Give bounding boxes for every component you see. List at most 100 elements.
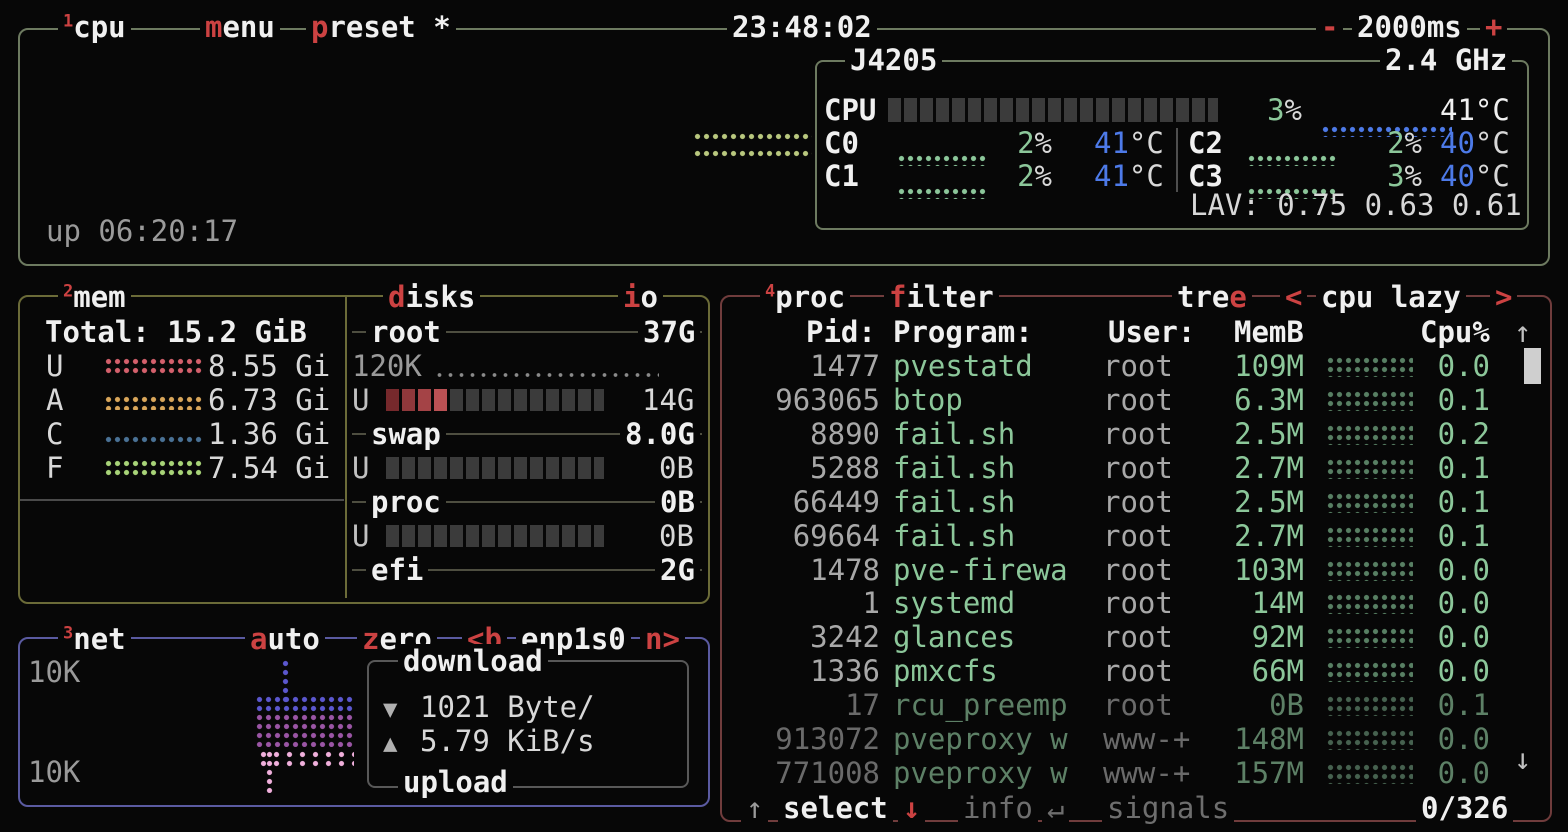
mem-tab-label: mem xyxy=(73,280,125,314)
process-row[interactable]: 5288fail.shroot2.7M0.1 xyxy=(720,451,1548,485)
proc-header-user[interactable]: User: xyxy=(1108,315,1195,349)
process-row[interactable]: 17rcu_preemproot0B0.1 xyxy=(720,688,1548,722)
disk-size: 2G xyxy=(655,553,700,587)
menu-button[interactable]: menu xyxy=(200,10,280,44)
info-button[interactable]: info xyxy=(958,791,1038,825)
process-row[interactable]: 3242glancesroot92M0.0 xyxy=(720,620,1548,654)
process-row[interactable]: 1336pmxcfsroot66M0.0 xyxy=(720,654,1548,688)
disk-io-value: 120K xyxy=(352,349,422,383)
disk-used-meter-fill xyxy=(418,389,431,411)
mem-used-graph xyxy=(105,358,203,376)
core-graph xyxy=(898,155,986,166)
core-temp: 40°C xyxy=(1440,126,1510,160)
cpu-model: J4205 xyxy=(845,43,942,77)
signals-button[interactable]: signals xyxy=(1102,791,1234,825)
proc-tab[interactable]: 4proc xyxy=(760,280,850,314)
clock: 23:48:02 xyxy=(727,10,877,44)
mem-row-value: 7.54 Gi xyxy=(208,451,330,485)
disk-used-value: 0B xyxy=(659,519,694,553)
net-tab[interactable]: 3net xyxy=(58,622,131,656)
proc-header-cpu[interactable]: Cpu% xyxy=(1420,315,1490,349)
core-column-divider xyxy=(1176,128,1178,192)
scroll-up-icon[interactable]: ↑ xyxy=(1514,315,1531,349)
net-scale-top: 10K xyxy=(28,655,80,689)
proc-sort-prev-button[interactable]: < xyxy=(1280,280,1307,314)
mem-section-divider xyxy=(20,499,344,501)
process-row[interactable]: 1478pve-firewaroot103M0.0 xyxy=(720,553,1548,587)
download-value: 1021 Byte/ xyxy=(420,690,595,724)
disks-io-toggle[interactable]: io xyxy=(618,280,663,314)
disk-size: 8.0G xyxy=(620,417,700,451)
interval-decrease-button[interactable]: - xyxy=(1316,10,1343,44)
net-auto-toggle[interactable]: auto xyxy=(245,622,325,656)
proc-header-pid[interactable]: Pid: xyxy=(806,315,876,349)
interval-value: 2000ms xyxy=(1352,10,1467,44)
select-button[interactable]: select xyxy=(778,791,893,825)
disk-used-meter xyxy=(386,457,604,479)
load-average: LAV: 0.75 0.63 0.61 xyxy=(1190,188,1522,222)
cpu-tab-number: 1 xyxy=(63,11,73,31)
disk-size: 37G xyxy=(638,315,700,349)
mem-row-key: U xyxy=(46,349,63,383)
process-row[interactable]: 69664fail.shroot2.7M0.1 xyxy=(720,519,1548,553)
core-label: C1 xyxy=(824,159,859,193)
process-count: 0/326 xyxy=(1416,791,1513,825)
cpu-total-temp: 41°C xyxy=(1440,93,1510,127)
cpu-total-percent: 3% xyxy=(1256,93,1302,127)
proc-tab-label: proc xyxy=(775,280,845,314)
proc-sort-next-button[interactable]: > xyxy=(1490,280,1517,314)
process-row[interactable]: 66449fail.shroot2.5M0.1 xyxy=(720,485,1548,519)
proc-filter-button[interactable]: filter xyxy=(884,280,999,314)
process-row[interactable]: 771008pveproxy wwww-+157M0.0 xyxy=(720,756,1548,790)
process-row[interactable]: 963065btoproot6.3M0.1 xyxy=(720,383,1548,417)
process-row[interactable]: 8890fail.shroot2.5M0.2 xyxy=(720,417,1548,451)
cpu-tab-label: cpu xyxy=(73,10,125,44)
core-graph xyxy=(1248,155,1336,166)
disk-name: proc xyxy=(366,485,446,519)
net-tab-label: net xyxy=(73,622,125,656)
mem-row-value: 6.73 Gi xyxy=(208,383,330,417)
upload-value: 5.79 KiB/s xyxy=(420,724,595,758)
process-row[interactable]: 913072pveproxy wwww-+148M0.0 xyxy=(720,722,1548,756)
proc-header-mem[interactable]: MemB xyxy=(1234,315,1304,349)
interval-increase-button[interactable]: + xyxy=(1480,10,1507,44)
mem-row-key: C xyxy=(46,417,63,451)
core-percent: 2% xyxy=(1376,126,1422,160)
cpu-tab[interactable]: 1cpu xyxy=(58,10,131,44)
select-down-icon[interactable]: ↓ xyxy=(898,791,925,825)
proc-header-program[interactable]: Program: xyxy=(893,315,1033,349)
process-row[interactable]: 1477pvestatdroot109M0.0 xyxy=(720,349,1548,383)
disk-used-meter-fill xyxy=(434,389,447,411)
core-label: C0 xyxy=(824,126,859,160)
net-download-graph xyxy=(256,696,354,714)
select-up-icon[interactable]: ↑ xyxy=(741,791,768,825)
disk-size: 0B xyxy=(655,485,700,519)
disk-name: swap xyxy=(366,417,446,451)
mem-tab[interactable]: 2mem xyxy=(58,280,131,314)
core-percent: 2% xyxy=(1006,159,1052,193)
proc-tree-toggle[interactable]: tree xyxy=(1172,280,1252,314)
enter-icon: ↵ xyxy=(1042,791,1069,825)
core-temp: 41°C xyxy=(1094,159,1164,193)
cpu-total-meter xyxy=(888,98,1218,122)
cpu-usage-graph xyxy=(694,150,812,159)
proc-tab-number: 4 xyxy=(765,281,775,301)
upload-label: upload xyxy=(398,765,513,799)
upload-arrow-icon: ▲ xyxy=(383,726,397,760)
mem-row-key: F xyxy=(46,451,63,485)
disk-used-label: U xyxy=(352,519,369,553)
process-row[interactable]: 1systemdroot14M0.0 xyxy=(720,586,1548,620)
disk-used-meter xyxy=(386,525,604,547)
disk-name: root xyxy=(366,315,446,349)
mem-free-graph xyxy=(105,460,203,478)
mem-total: Total: 15.2 GiB xyxy=(45,315,307,349)
cpu-frequency: 2.4 GHz xyxy=(1380,43,1512,77)
net-upload-graph xyxy=(266,751,275,793)
core-percent: 2% xyxy=(1006,126,1052,160)
net-iface-next-button[interactable]: n> xyxy=(640,622,685,656)
preset-button[interactable]: preset * xyxy=(306,10,456,44)
disk-used-value: 14G xyxy=(642,383,694,417)
mem-disks-divider xyxy=(345,297,347,598)
disk-used-meter-fill xyxy=(402,389,415,411)
core-label: C2 xyxy=(1188,126,1223,160)
